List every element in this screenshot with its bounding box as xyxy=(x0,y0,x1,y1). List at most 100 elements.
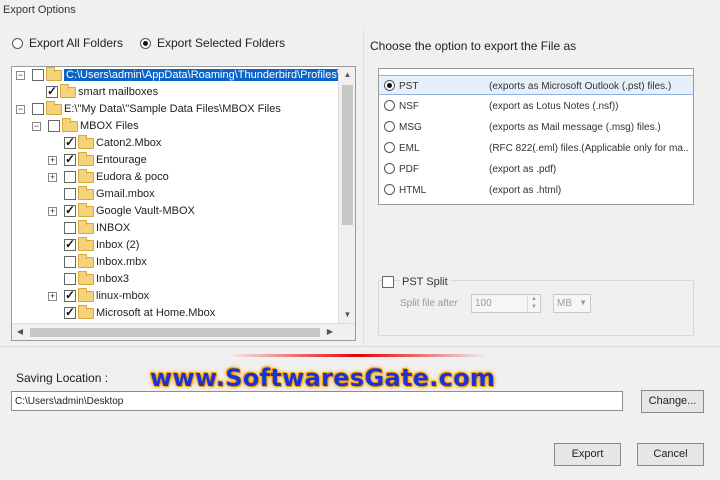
folder-icon xyxy=(78,288,94,302)
tree-vscroll-thumb[interactable] xyxy=(342,85,353,225)
tree-item[interactable]: − MBOX Files xyxy=(12,118,338,135)
tree-item-checkbox[interactable] xyxy=(32,103,44,115)
export-button[interactable]: Export xyxy=(554,443,621,466)
format-name: PDF xyxy=(399,164,419,175)
expand-icon[interactable]: + xyxy=(48,292,57,301)
tree-item-checkbox[interactable] xyxy=(64,188,76,200)
export-selected-option[interactable]: Export Selected Folders xyxy=(140,36,285,50)
folder-tree[interactable]: − C:\Users\admin\AppData\Roaming\Thunderb… xyxy=(11,66,356,341)
folder-icon xyxy=(78,169,94,183)
tree-item[interactable]: INBOX xyxy=(12,220,338,237)
expand-icon[interactable]: + xyxy=(48,156,57,165)
folder-tree-rows: − C:\Users\admin\AppData\Roaming\Thunderb… xyxy=(12,67,338,323)
format-description: (export as Lotus Notes (.nsf)) xyxy=(489,101,619,112)
tree-item-checkbox[interactable] xyxy=(64,237,76,251)
tree-item-checkbox[interactable] xyxy=(64,135,76,149)
scroll-left-icon[interactable]: ◀ xyxy=(12,324,28,340)
tree-horizontal-scrollbar[interactable]: ◀ ▶ xyxy=(12,323,355,340)
tree-vertical-scrollbar[interactable]: ▲ ▼ xyxy=(338,67,355,323)
export-selected-label: Export Selected Folders xyxy=(157,36,286,50)
tree-item-label: MBOX Files xyxy=(80,120,139,132)
tree-item-checkbox[interactable] xyxy=(32,69,44,81)
tree-item[interactable]: Caton2.Mbox xyxy=(12,135,338,152)
format-description: (export as .html) xyxy=(489,185,562,196)
folder-icon xyxy=(78,152,94,166)
export-selected-radio[interactable] xyxy=(140,37,151,49)
tree-item-checkbox[interactable] xyxy=(46,84,58,98)
format-description: (RFC 822(.eml) files.(Applicable only fo… xyxy=(489,143,689,154)
saving-location-label: Saving Location : xyxy=(16,371,109,385)
tree-item[interactable]: − C:\Users\admin\AppData\Roaming\Thunderb… xyxy=(12,67,338,84)
tree-item-checkbox[interactable] xyxy=(64,273,76,285)
format-option-pdf[interactable]: PDF (export as .pdf) xyxy=(379,159,693,179)
tree-item-checkbox[interactable] xyxy=(64,203,76,217)
scroll-right-icon[interactable]: ▶ xyxy=(322,324,338,340)
tree-item-label: Entourage xyxy=(96,154,147,166)
section-divider xyxy=(0,346,720,347)
format-radio[interactable] xyxy=(384,184,395,195)
tree-hscroll-thumb[interactable] xyxy=(30,328,320,337)
format-radio[interactable] xyxy=(384,163,395,174)
format-option-eml[interactable]: EML (RFC 822(.eml) files.(Applicable only… xyxy=(379,138,693,158)
expand-icon[interactable]: + xyxy=(48,173,57,182)
tree-item-checkbox[interactable] xyxy=(48,120,60,132)
tree-item-checkbox[interactable] xyxy=(64,152,76,166)
scroll-up-icon[interactable]: ▲ xyxy=(339,67,355,83)
scroll-down-icon[interactable]: ▼ xyxy=(339,307,355,323)
tree-item-label: Microsoft at Home.Mbox xyxy=(96,307,216,319)
tree-item-label: Inbox (2) xyxy=(96,239,140,251)
expand-icon[interactable]: + xyxy=(48,207,57,216)
tree-item-checkbox[interactable] xyxy=(64,171,76,183)
split-unit-value: MB xyxy=(557,298,572,309)
format-radio[interactable] xyxy=(384,100,395,111)
collapse-icon[interactable]: − xyxy=(16,105,25,114)
format-radio[interactable] xyxy=(384,121,395,132)
tree-item[interactable]: + linux-mbox xyxy=(12,288,338,305)
change-location-button[interactable]: Change... xyxy=(641,390,704,413)
panel-divider xyxy=(363,27,364,345)
tree-item-label: Eudora & poco xyxy=(96,171,169,183)
collapse-icon[interactable]: − xyxy=(32,122,41,131)
format-name: PST xyxy=(399,81,419,92)
format-option-msg[interactable]: MSG (exports as Mail message (.msg) files… xyxy=(379,117,693,137)
tree-item-label: C:\Users\admin\AppData\Roaming\Thunderbi… xyxy=(64,69,338,81)
tree-item[interactable]: Inbox3 xyxy=(12,271,338,288)
tree-item[interactable]: − E:\"My Data\"Sample Data Files\MBOX Fil… xyxy=(12,101,338,118)
export-all-radio[interactable] xyxy=(12,37,23,49)
tree-item[interactable]: Inbox.mbx xyxy=(12,254,338,271)
watermark-top-bar xyxy=(228,354,488,357)
tree-item[interactable]: smart mailboxes xyxy=(12,84,338,101)
tree-item[interactable]: + Eudora & poco xyxy=(12,169,338,186)
collapse-icon[interactable]: − xyxy=(16,71,25,80)
tree-item-checkbox[interactable] xyxy=(64,222,76,234)
format-option-nsf[interactable]: NSF (export as Lotus Notes (.nsf)) xyxy=(379,96,693,116)
format-heading: Choose the option to export the File as xyxy=(370,39,577,53)
tree-item[interactable]: + Google Vault-MBOX xyxy=(12,203,338,220)
format-list[interactable]: PST (exports as Microsoft Outlook (.pst) … xyxy=(378,68,694,205)
format-radio[interactable] xyxy=(384,142,395,153)
tree-item-checkbox[interactable] xyxy=(64,288,76,302)
folder-icon xyxy=(78,186,94,200)
split-size-value: 100 xyxy=(475,298,492,309)
tree-item[interactable]: Inbox (2) xyxy=(12,237,338,254)
tree-item-label: Google Vault-MBOX xyxy=(96,205,195,217)
format-option-pst[interactable]: PST (exports as Microsoft Outlook (.pst) … xyxy=(379,75,693,95)
folder-icon xyxy=(78,135,94,149)
tree-item[interactable]: Microsoft at Home.Mbox xyxy=(12,305,338,322)
split-size-stepper[interactable]: 100 ▲ ▼ xyxy=(471,294,541,313)
format-radio[interactable] xyxy=(384,80,395,91)
format-option-html[interactable]: HTML (export as .html) xyxy=(379,180,693,200)
tree-item-label: INBOX xyxy=(96,222,131,234)
cancel-button[interactable]: Cancel xyxy=(637,443,704,466)
tree-item[interactable]: Gmail.mbox xyxy=(12,186,338,203)
folder-icon xyxy=(46,67,62,81)
tree-item[interactable]: + Entourage xyxy=(12,152,338,169)
pst-split-checkbox[interactable] xyxy=(382,276,394,288)
saving-location-field[interactable]: C:\Users\admin\Desktop xyxy=(11,391,623,411)
export-all-option[interactable]: Export All Folders xyxy=(12,36,123,50)
stepper-arrows-icon[interactable]: ▲ ▼ xyxy=(527,295,540,312)
tree-item-checkbox[interactable] xyxy=(64,256,76,268)
tree-item-label: Inbox.mbx xyxy=(96,256,147,268)
tree-item-checkbox[interactable] xyxy=(64,305,76,319)
split-unit-select[interactable]: MB ▼ xyxy=(553,294,591,313)
